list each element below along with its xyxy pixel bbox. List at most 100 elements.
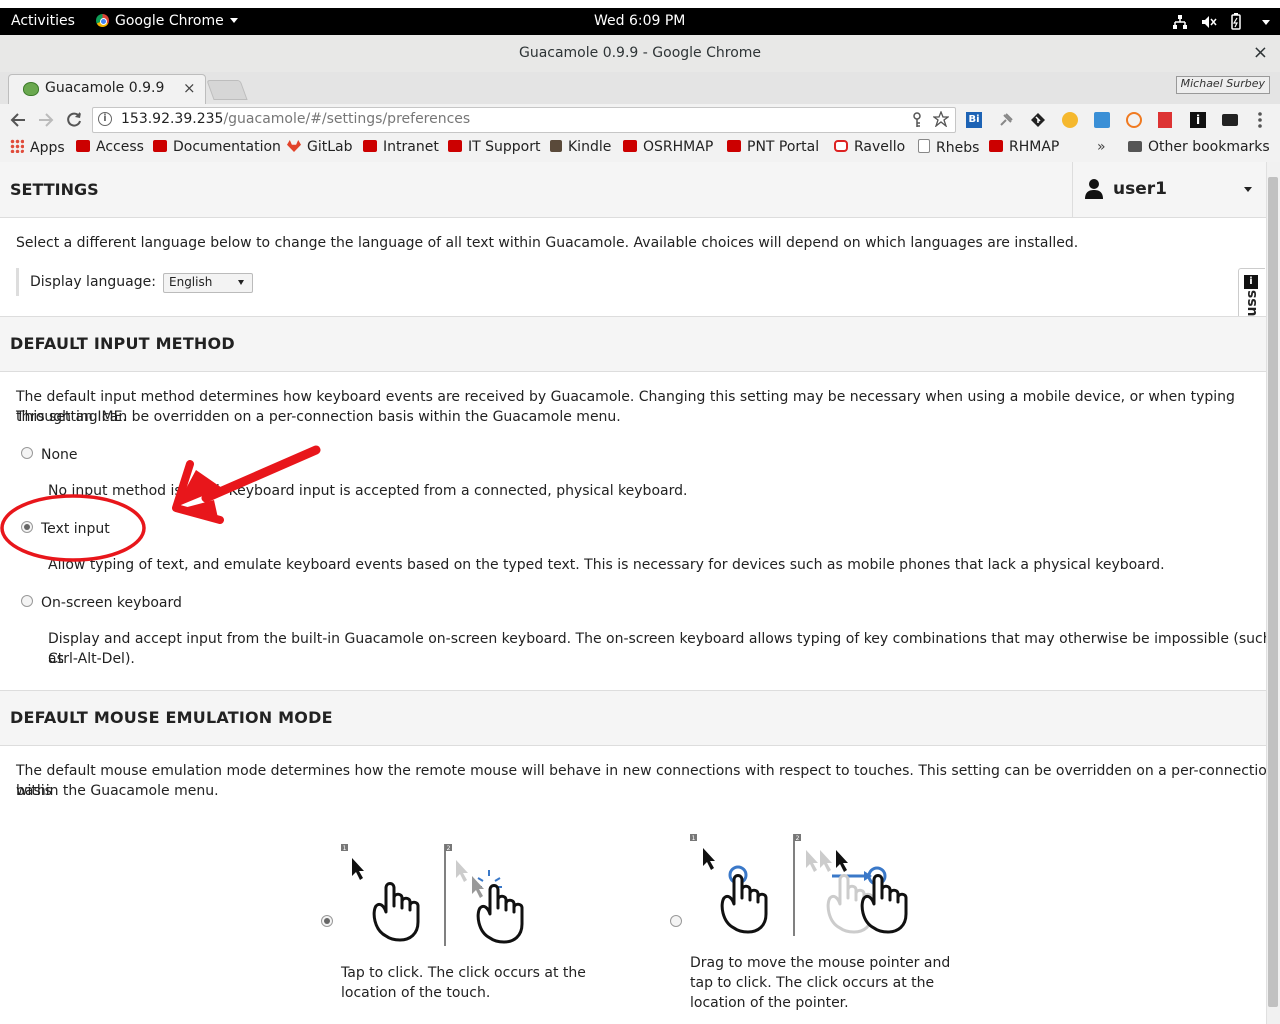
tab-close-icon[interactable]: × [183,79,196,97]
hand-tap-icon [476,884,524,944]
mouse-mode-section-header: DEFAULT MOUSE EMULATION MODE [0,690,1266,746]
bookmark-label: Access [96,139,144,155]
clock[interactable]: Wed 6:09 PM [594,13,685,29]
click-burst-icon [476,870,502,888]
bookmark-intranet[interactable]: Intranet [363,139,439,155]
bookmark-apps[interactable]: Apps [10,139,65,156]
cursor-arrow-icon [703,848,715,870]
bookmark-label: RHMAP [1009,139,1060,155]
chevron-down-icon [229,18,238,23]
bookmark-kindle[interactable]: Kindle [550,139,611,155]
mouse-mode-title: DEFAULT MOUSE EMULATION MODE [10,708,333,727]
radio-mouse-touchpad[interactable] [670,915,682,927]
guacamole-favicon-icon [23,82,39,96]
battery-icon[interactable] [1230,13,1242,31]
touchscreen-mode-illustration[interactable]: 1 2 [338,840,538,950]
bookmark-label: Ravello [854,139,906,155]
bookmark-label: PNT Portal [747,139,820,155]
tab-guacamole[interactable]: Guacamole 0.9.9 × [8,74,206,105]
extension-red-icon[interactable] [1158,112,1172,128]
hand-pointer-icon [372,882,420,942]
chrome-menu-icon[interactable] [1256,111,1264,129]
bookmark-star-icon[interactable] [933,111,949,127]
language-label: Display language: [30,274,156,290]
bookmark-osrhmap[interactable]: OSRHMAP [623,139,713,155]
annotation-arrow-shaft [201,445,321,503]
bookmark-label: IT Support [468,139,541,155]
extension-bi-icon[interactable]: Bi [966,112,982,128]
settings-header: SETTINGS user1 [0,162,1266,218]
bookmark-it-support[interactable]: IT Support [448,139,540,155]
forward-icon[interactable] [37,111,55,129]
bookmark-rhebs[interactable]: Rhebs [918,139,979,156]
touchpad-desc-line1: Drag to move the mouse pointer and [690,955,951,971]
info-icon[interactable]: i [98,112,112,126]
input-method-title: DEFAULT INPUT METHOD [10,334,235,353]
network-icon[interactable] [1172,14,1188,30]
other-bookmarks-label: Other bookmarks [1148,139,1270,155]
extension-git-icon[interactable] [1030,112,1046,128]
bookmark-label: Rhebs [936,140,980,156]
tab-title: Guacamole 0.9.9 [45,80,165,96]
apps-grid-icon [10,139,24,153]
activities-button[interactable]: Activities [11,13,75,29]
bookmark-access[interactable]: Access [76,139,144,155]
mouse-mode-intro-line2: within the Guacamole menu. [16,783,219,799]
system-menu-chevron-icon[interactable] [1262,20,1270,25]
language-intro: Select a different language below to cha… [16,235,1079,251]
user-name: user1 [1113,179,1167,199]
bookmark-label: OSRHMAP [643,139,714,155]
extension-s-icon[interactable] [1094,112,1110,128]
bookmark-label: GitLab [307,139,353,155]
chrome-icon [96,14,109,27]
other-bookmarks[interactable]: Other bookmarks [1128,139,1270,155]
window-titlebar: Guacamole 0.9.9 - Google Chrome × [0,35,1280,73]
language-select[interactable]: English [163,273,253,293]
radio-onscreen-keyboard[interactable] [21,595,33,607]
user-menu[interactable]: user1 [1072,162,1267,217]
radio-mouse-touchscreen[interactable] [321,915,333,927]
option-onscreen-keyboard-desc: Display and accept input from the built-… [48,631,1272,667]
kindle-icon [550,140,562,152]
bookmark-gitlab[interactable]: GitLab [287,139,353,155]
extension-b-icon[interactable] [1126,112,1142,128]
profile-badge[interactable]: Michael Surbey [1175,76,1270,94]
ravello-icon [834,140,848,152]
faded-cursor-icon [456,860,468,882]
extension-pin-icon[interactable] [998,112,1014,128]
bookmark-ravello[interactable]: Ravello [834,139,905,155]
key-icon[interactable] [911,112,923,128]
bookmark-documentation[interactable]: Documentation [153,139,281,155]
volume-muted-icon[interactable] [1200,14,1218,30]
system-top-bar: Activities Google Chrome Wed 6:09 PM [0,8,1280,35]
extension-info-icon[interactable]: i [1190,112,1206,128]
touchpad-mode-illustration[interactable]: 1 2 [688,830,928,940]
language-select-value: English [169,275,213,289]
app-menu[interactable]: Google Chrome [96,13,238,29]
new-tab-button[interactable] [206,80,248,100]
bookmark-label: Apps [30,140,65,156]
extension-emoji-icon[interactable] [1062,112,1078,128]
address-bar[interactable]: i 153.92.39.235/guacamole/#/settings/pre… [92,107,956,133]
window-close-button[interactable]: × [1253,42,1268,63]
moving-cursor-icon [836,850,848,872]
redhat-icon [153,140,167,152]
back-icon[interactable] [9,111,27,129]
annotation-overlay [0,445,321,562]
bookmark-pnt-portal[interactable]: PNT Portal [727,139,819,155]
touchscreen-desc-line2: location of the touch. [341,985,491,1001]
reload-icon[interactable] [65,111,83,129]
cursor-arrow-icon [352,858,364,880]
gitlab-icon [287,140,301,152]
bookmark-rhmap[interactable]: RHMAP [989,139,1059,155]
chevron-down-icon [238,280,244,285]
option-onscreen-keyboard-label[interactable]: On-screen keyboard [41,593,182,613]
step1-number: 1 [343,845,347,852]
option-onscreen-keyboard-desc-cont: Ctrl-Alt-Del). [48,651,135,667]
extension-dark-icon[interactable] [1222,114,1238,126]
language-row-bar [16,268,19,296]
page-scrollbar-thumb[interactable] [1268,177,1278,1007]
redhat-icon [363,140,377,152]
redhat-icon [623,140,637,152]
bookmarks-overflow-button[interactable]: » [1097,139,1106,155]
